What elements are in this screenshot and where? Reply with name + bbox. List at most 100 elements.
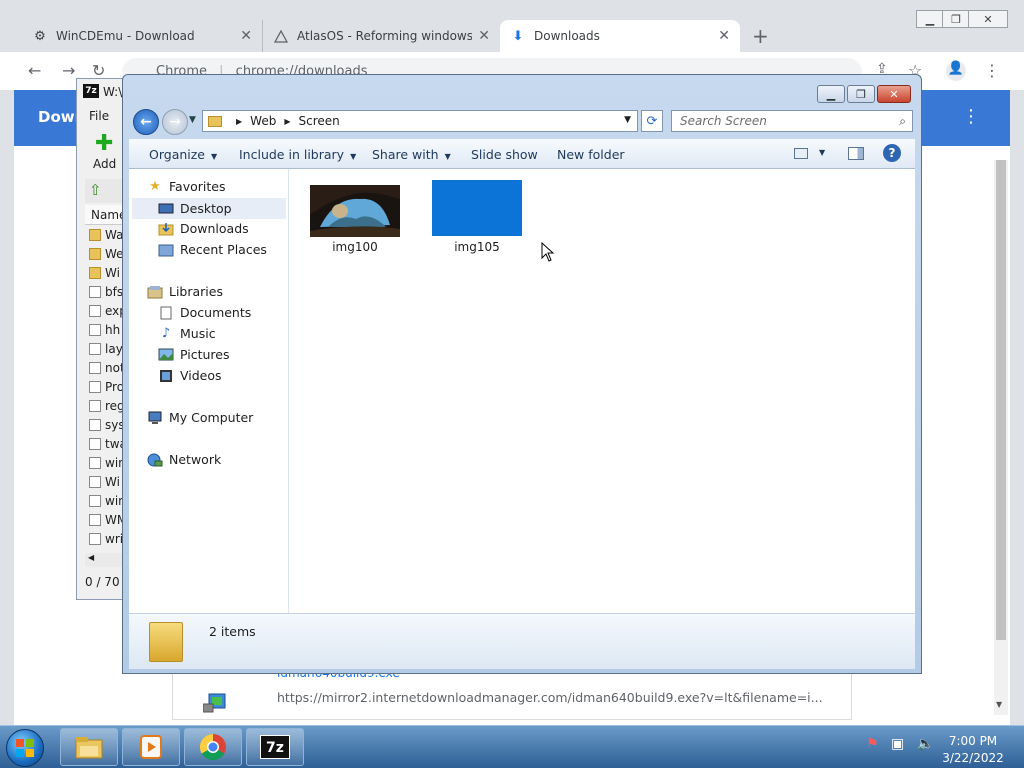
share-label: Share with [372,147,439,162]
computer-icon [147,411,163,425]
new-folder-button[interactable]: New folder [557,147,625,162]
nav-videos[interactable]: Videos [158,368,222,383]
nav-label: Downloads [180,221,249,236]
scroll-down-icon[interactable]: ▼ [996,700,1002,709]
taskbar-media-player[interactable] [122,728,180,766]
menu-kebab-icon[interactable]: ⋮ [984,61,1000,80]
taskbar: 7z ⚑ ▣ 🔈 7:00 PM 3/22/2022 [0,725,1024,768]
menu-kebab-icon[interactable]: ⋮ [962,106,980,127]
nav-desktop[interactable]: Desktop [132,198,286,219]
action-center-flag-icon[interactable]: ⚑ [866,736,879,752]
7zip-icon: 7z [83,84,99,98]
clock-date[interactable]: 3/22/2022 [930,751,1016,765]
maximize-button[interactable]: ❐ [847,85,875,103]
gear-icon: ⚙ [34,28,46,44]
media-player-icon [140,735,162,759]
add-button[interactable]: Add [93,157,116,171]
pictures-icon [158,348,174,362]
file-view: img100 img105 [289,169,915,613]
network-icon [147,453,163,467]
chevron-right-icon[interactable]: ▶ [284,117,290,126]
taskbar-chrome[interactable] [184,728,242,766]
forward-button[interactable]: → [162,109,188,135]
refresh-button[interactable]: ⟳ [641,110,663,132]
folder-icon [208,115,222,127]
help-icon[interactable]: ? [883,144,901,162]
search-placeholder: Search Screen [680,114,767,128]
file-thumbnail-img100[interactable] [310,185,400,237]
minimize-button[interactable]: ▁ [817,85,845,103]
close-button[interactable]: ✕ [968,10,1008,28]
share-with-button[interactable]: Share with ▼ [372,147,451,162]
new-tab-button[interactable]: + [752,24,769,48]
file-icon [89,380,101,393]
chevron-right-icon[interactable]: ▶ [236,117,242,126]
chevron-down-icon[interactable]: ▼ [819,148,825,157]
nav-favorites[interactable]: ★ Favorites [147,179,225,194]
tab-wincdemu[interactable]: ⚙ WinCDEmu - Download ✕ [22,20,262,52]
nav-recent-places[interactable]: Recent Places [158,242,267,257]
nav-label: Music [180,326,216,341]
search-icon[interactable]: ⌕ [899,111,906,131]
start-button[interactable] [6,729,44,767]
close-icon[interactable]: ✕ [240,28,252,44]
nav-pictures[interactable]: Pictures [158,347,230,362]
nav-libraries[interactable]: Libraries [147,284,223,299]
nav-music[interactable]: ♪ Music [158,326,216,341]
close-icon[interactable]: ✕ [718,28,730,44]
scrollbar-thumb[interactable] [996,160,1006,640]
download-url[interactable]: https://mirror2.internetdownloadmanager.… [277,690,823,705]
recent-places-icon [158,243,174,257]
item-name: bfs [105,284,124,299]
chevron-down-icon[interactable]: ▼ [624,115,631,125]
view-options-icon[interactable] [794,148,808,159]
close-button[interactable]: ✕ [877,85,911,103]
back-button[interactable]: ← [133,109,159,135]
nav-downloads[interactable]: Downloads [158,221,249,236]
file-icon [89,494,101,507]
file-icon [89,399,101,412]
file-name[interactable]: img100 [305,240,405,254]
taskbar-7zip[interactable]: 7z [246,728,304,766]
network-tray-icon[interactable]: ▣ [891,736,904,752]
tab-atlasos[interactable]: AtlasOS - Reforming windows fo ✕ [262,20,500,52]
music-note-icon: ♪ [161,326,171,341]
navigation-pane: ★ Favorites Desktop Downloads Recent Plac… [129,169,289,613]
profile-icon[interactable]: 👤 [946,61,966,81]
nav-network[interactable]: Network [147,452,221,467]
maximize-button[interactable]: ❐ [942,10,970,28]
breadcrumb-screen[interactable]: Screen [298,114,339,128]
up-folder-icon[interactable]: ⇧ [89,181,102,199]
page-scrollbar[interactable]: ▼ [994,160,1008,715]
file-name[interactable]: img105 [427,240,527,254]
tab-downloads[interactable]: ⬇ Downloads ✕ [500,20,740,52]
slide-show-button[interactable]: Slide show [471,147,538,162]
folder-icon [149,622,183,662]
address-bar[interactable]: ▶ Web ▶ Screen ▼ [202,110,638,132]
windows-logo-icon [16,739,34,757]
clock-time[interactable]: 7:00 PM [930,734,1016,748]
recent-pages-icon[interactable]: ▼ [189,115,196,125]
minimize-button[interactable]: ▁ [916,10,944,28]
preview-pane-icon[interactable] [848,147,864,160]
file-icon [89,418,101,431]
forward-arrow-icon[interactable]: → [62,61,75,80]
back-arrow-icon[interactable]: ← [28,61,41,80]
nav-label: Pictures [180,347,230,362]
file-thumbnail-img105[interactable] [432,180,522,236]
folder-icon [89,247,101,260]
breadcrumb-web[interactable]: Web [250,114,276,128]
explorer-window: ▁ ❐ ✕ ← → ▼ ▶ Web ▶ Screen ▼ ⟳ Search Sc… [122,74,922,674]
nav-my-computer[interactable]: My Computer [147,410,253,425]
nav-label: Videos [180,368,222,383]
include-in-library-button[interactable]: Include in library ▼ [239,147,356,162]
file-icon [89,342,101,355]
folder-icon [89,266,101,279]
search-input[interactable]: Search Screen ⌕ [671,110,913,132]
download-arrow-icon: ⬇ [512,28,524,44]
close-icon[interactable]: ✕ [478,28,490,44]
nav-documents[interactable]: Documents [158,305,251,320]
taskbar-explorer[interactable] [60,728,118,766]
menu-file[interactable]: File [89,109,109,123]
organize-button[interactable]: Organize ▼ [149,147,217,162]
